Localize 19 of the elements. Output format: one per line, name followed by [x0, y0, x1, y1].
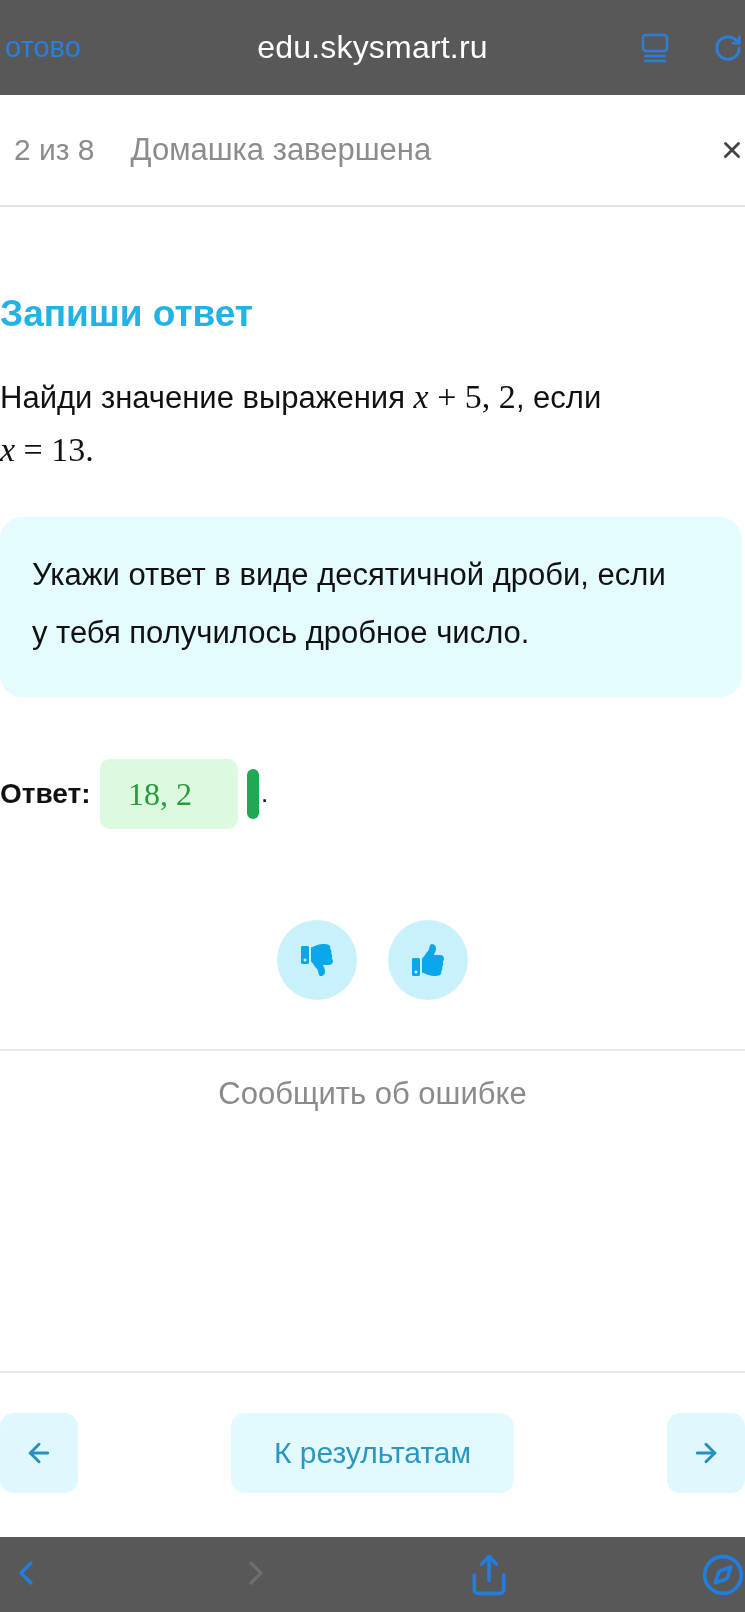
- thumbs-down-icon: [301, 944, 333, 976]
- task-counter: 2 из 8: [14, 133, 95, 167]
- done-link[interactable]: отово: [5, 31, 81, 64]
- homework-status: Домашка завершена: [130, 132, 432, 168]
- reload-icon[interactable]: [713, 32, 743, 63]
- answer-label: Ответ:: [0, 778, 92, 810]
- next-button[interactable]: [667, 1413, 745, 1493]
- thumbs-up-icon: [412, 944, 444, 976]
- answer-field[interactable]: 18, 2: [100, 759, 238, 829]
- period-text: .: [261, 778, 269, 810]
- task-heading: Запиши ответ: [0, 293, 254, 335]
- results-button[interactable]: К результатам: [231, 1413, 514, 1493]
- compass-icon[interactable]: [701, 1553, 745, 1597]
- reader-icon[interactable]: [641, 32, 669, 63]
- question-text: Найди значение выражения x + 5, 2, если x = 13.: [0, 377, 603, 470]
- hint-text: Укажи ответ в виде десятичной дроби, если у тебя получилось дробное число.: [32, 556, 667, 652]
- report-error-link[interactable]: Сообщить об ошибке: [218, 1074, 527, 1114]
- page-address[interactable]: edu.skysmart.ru: [257, 29, 488, 66]
- previous-button[interactable]: [0, 1413, 78, 1493]
